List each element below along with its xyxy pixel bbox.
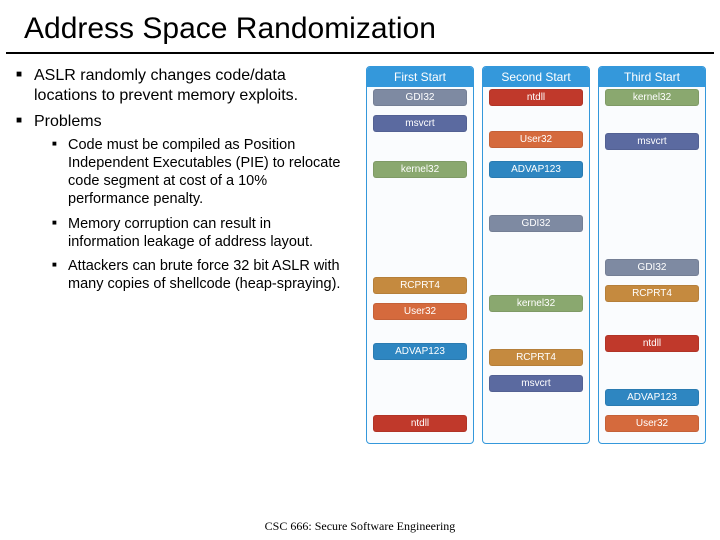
memory-stack: First Start GDI32 msvcrt kernel32 RCPRT4 User… [366, 66, 474, 444]
memory-block: RCPRT4 [605, 285, 699, 302]
memory-block: kernel32 [373, 161, 467, 178]
memory-block: kernel32 [605, 89, 699, 106]
memory-block: User32 [489, 131, 583, 148]
memory-block: GDI32 [373, 89, 467, 106]
stack-title: Second Start [483, 67, 589, 87]
memory-stack: Third Start kernel32 msvcrt GDI32 RCPRT4 ntdl… [598, 66, 706, 444]
bullet-problems: Problems Code must be compiled as Positi… [14, 112, 344, 293]
memory-block: ntdll [605, 335, 699, 352]
memory-block: ADVAP123 [605, 389, 699, 406]
memory-block: RCPRT4 [489, 349, 583, 366]
memory-block: ntdll [489, 89, 583, 106]
memory-block: GDI32 [605, 259, 699, 276]
sub-bullet-leakage: Memory corruption can result in informat… [50, 215, 344, 251]
stack-title: First Start [367, 67, 473, 87]
sub-bullet-bruteforce: Attackers can brute force 32 bit ASLR wi… [50, 257, 344, 293]
aslr-diagram: First Start GDI32 msvcrt kernel32 RCPRT4 User… [344, 66, 706, 444]
sub-bullet-pie: Code must be compiled as Position Indepe… [50, 136, 344, 209]
bullet-problems-label: Problems [34, 113, 102, 130]
memory-block: kernel32 [489, 295, 583, 312]
footer-text: CSC 666: Secure Software Engineering [0, 519, 720, 534]
page-title: Address Space Randomization [24, 12, 696, 46]
memory-block: msvcrt [373, 115, 467, 132]
memory-block: ADVAP123 [489, 161, 583, 178]
memory-block: RCPRT4 [373, 277, 467, 294]
memory-block: ntdll [373, 415, 467, 432]
memory-block: msvcrt [489, 375, 583, 392]
memory-stack: Second Start ntdll User32 ADVAP123 GDI32 kern… [482, 66, 590, 444]
memory-block: ADVAP123 [373, 343, 467, 360]
memory-block: GDI32 [489, 215, 583, 232]
stack-title: Third Start [599, 67, 705, 87]
bullet-aslr: ASLR randomly changes code/data location… [14, 66, 344, 106]
memory-block: User32 [605, 415, 699, 432]
memory-block: User32 [373, 303, 467, 320]
memory-block: msvcrt [605, 133, 699, 150]
text-column: ASLR randomly changes code/data location… [14, 66, 344, 444]
